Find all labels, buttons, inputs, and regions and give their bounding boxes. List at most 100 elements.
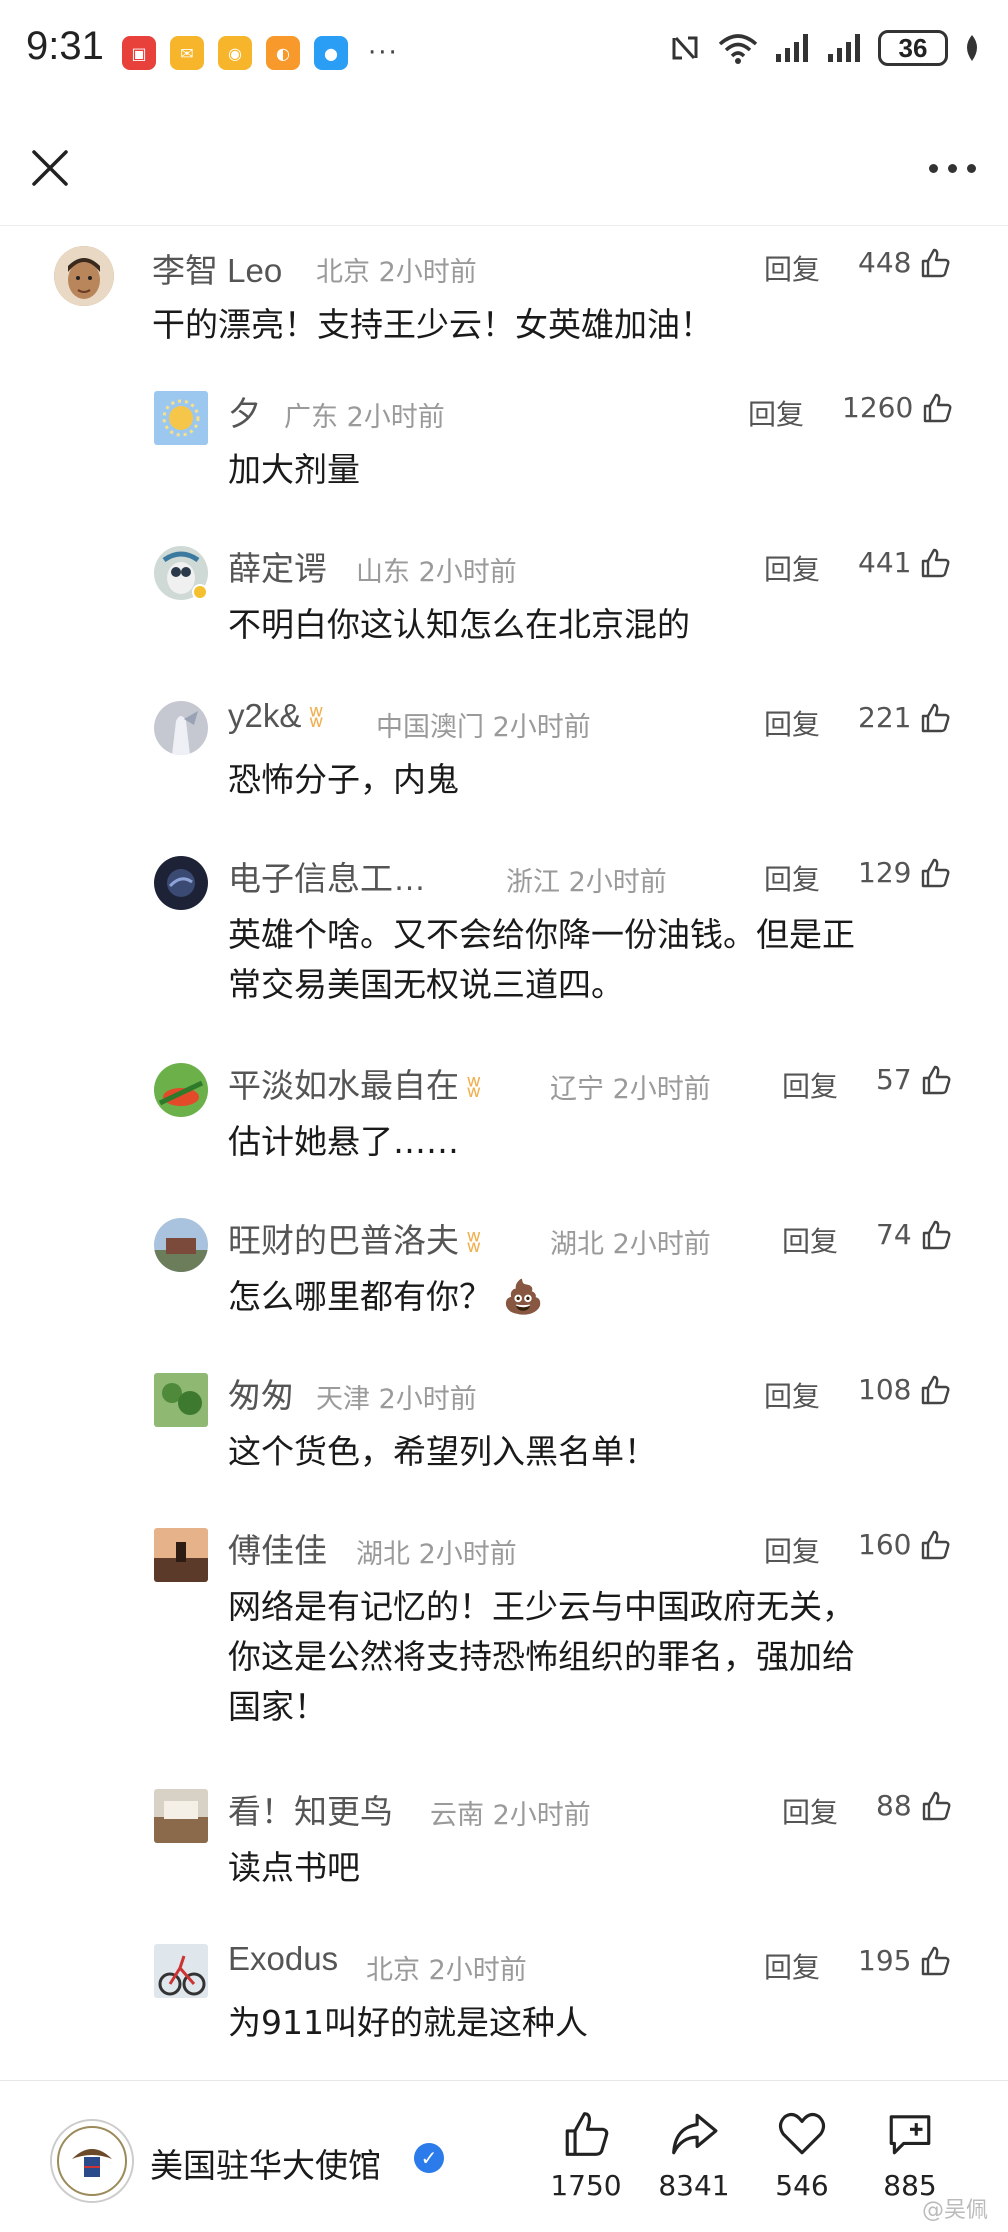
comment-location: 浙江 (506, 867, 560, 898)
avatar[interactable] (154, 1063, 208, 1117)
comment-time: 2小时前 (418, 1539, 517, 1570)
vip-badge-icon: ʬ (467, 1072, 481, 1103)
comment-text: 这个货色，希望列入黑名单！ (228, 1432, 657, 1471)
avatar[interactable] (154, 1528, 208, 1582)
comment-text: 为911叫好的就是这种人 (228, 2003, 588, 2042)
comment-author[interactable]: 薛定谔 (228, 542, 327, 590)
comment-location: 云南 (430, 1800, 484, 1831)
like-button[interactable]: 195 (858, 1944, 951, 1977)
comment-author[interactable]: 匆匆 (228, 1369, 294, 1417)
comment-author[interactable]: Exodus (228, 1940, 338, 1978)
comment-meta: 辽宁 2小时前 (550, 1067, 711, 1106)
reply-button[interactable]: 回复 (782, 1065, 838, 1105)
like-count: 57 (876, 1063, 912, 1096)
share-action-button[interactable]: 8341 (644, 2109, 744, 2202)
comment-meta: 中国澳门 2小时前 (376, 705, 591, 744)
thumbs-up-icon (922, 703, 950, 732)
avatar[interactable] (154, 1789, 208, 1843)
avatar[interactable] (154, 856, 208, 910)
reply-button[interactable]: 回复 (764, 248, 820, 288)
like-count: 1750 (550, 2169, 622, 2202)
like-button[interactable]: 74 (876, 1218, 952, 1251)
more-options-button[interactable] (922, 156, 982, 180)
like-action-button[interactable]: 1750 (536, 2109, 636, 2202)
reply-button[interactable]: 回复 (764, 1530, 820, 1570)
avatar[interactable] (154, 1218, 208, 1272)
comment-location: 天津 (316, 1384, 370, 1415)
like-button[interactable]: 1260 (842, 391, 953, 424)
like-count: 108 (858, 1373, 912, 1406)
nfc-icon (672, 36, 698, 60)
close-button[interactable] (24, 142, 76, 194)
huawei-app-icon: ▣ (122, 36, 156, 70)
like-count: 88 (876, 1789, 912, 1822)
avatar[interactable] (154, 1373, 208, 1427)
comment-text-line: 国家！ (228, 1687, 327, 1726)
battery-indicator: 36 (878, 30, 948, 66)
reply-button[interactable]: 回复 (782, 1220, 838, 1260)
thumbs-up-icon (922, 1946, 950, 1975)
thumbs-up-icon (922, 1220, 951, 1249)
comment-time: 2小时前 (492, 712, 591, 743)
share-count: 8341 (658, 2169, 730, 2202)
reply-button[interactable]: 回复 (764, 548, 820, 588)
comment-text: 读点书吧 (228, 1848, 360, 1887)
like-button[interactable]: 129 (858, 856, 951, 889)
comment-meta: 天津 2小时前 (316, 1377, 477, 1416)
comment-author[interactable]: y2k& ʬ (228, 697, 323, 735)
comment-location: 广东 (284, 402, 338, 433)
comment-meta: 湖北 2小时前 (356, 1532, 517, 1571)
like-button[interactable]: 57 (876, 1063, 952, 1096)
like-count: 441 (858, 546, 912, 579)
reply-button[interactable]: 回复 (764, 1375, 820, 1415)
vip-badge-icon: ʬ (467, 1227, 481, 1258)
thumbs-up-icon (922, 1791, 951, 1820)
reply-button[interactable]: 回复 (782, 1791, 838, 1831)
avatar[interactable] (154, 391, 208, 445)
like-button[interactable]: 88 (876, 1789, 952, 1822)
like-button[interactable]: 108 (858, 1373, 951, 1406)
account-name[interactable]: 美国驻华大使馆 (150, 2139, 381, 2187)
leaf-icon (967, 35, 977, 61)
thumbs-up-icon (922, 548, 950, 577)
like-button[interactable]: 441 (858, 546, 951, 579)
status-time: 9:31 (26, 24, 104, 68)
message-icon: ● (314, 36, 348, 70)
comment-author[interactable]: 傅佳佳 (228, 1524, 327, 1572)
like-button[interactable]: 448 (858, 246, 951, 279)
reply-button[interactable]: 回复 (764, 703, 820, 743)
comment-location: 中国澳门 (376, 712, 484, 743)
comment-text: 估计她悬了…… (228, 1122, 459, 1161)
avatar[interactable] (54, 246, 114, 306)
more-dot-icon (928, 163, 938, 173)
account-avatar[interactable] (50, 2119, 134, 2203)
avatar[interactable] (154, 701, 208, 755)
avatar[interactable] (154, 1944, 208, 1998)
comment-author[interactable]: 电子信息工… (228, 852, 426, 900)
comment-location: 山东 (356, 557, 410, 588)
comment-author[interactable]: 夕 (228, 387, 261, 435)
comment-text-line: 常交易美国无权说三道四。 (228, 965, 624, 1004)
more-dot-icon (947, 163, 957, 173)
comment-time: 2小时前 (428, 1955, 527, 1986)
comment-author[interactable]: 平淡如水最自在 ʬ (228, 1059, 481, 1107)
comment-text: 网络是有记忆的！王少云与中国政府无关， 你这是公然将支持恐怖组织的罪名，强加给 … (228, 1582, 855, 1732)
reply-button[interactable]: 回复 (764, 858, 820, 898)
comment-author[interactable]: 看！知更鸟 (228, 1785, 393, 1833)
favorite-action-button[interactable]: 546 (752, 2109, 852, 2202)
reply-button[interactable]: 回复 (748, 393, 804, 433)
comment-author[interactable]: 旺财的巴普洛夫 ʬ (228, 1214, 481, 1262)
like-button[interactable]: 160 (858, 1528, 951, 1561)
comment-text: 不明白你这认知怎么在北京混的 (228, 605, 690, 644)
like-button[interactable]: 221 (858, 701, 951, 734)
comment-meta: 山东 2小时前 (356, 550, 517, 589)
comment-author[interactable]: 李智 Leo (152, 244, 282, 292)
weibo-icon: ◉ (218, 36, 252, 70)
comment-text: 加大剂量 (228, 450, 360, 489)
comment-time: 2小时前 (492, 1800, 591, 1831)
wifi-icon (718, 34, 758, 64)
comment-time: 2小时前 (378, 257, 477, 288)
reply-button[interactable]: 回复 (764, 1946, 820, 1986)
comment-action-button[interactable]: 885 (860, 2109, 960, 2202)
mail-icon: ✉ (170, 36, 204, 70)
